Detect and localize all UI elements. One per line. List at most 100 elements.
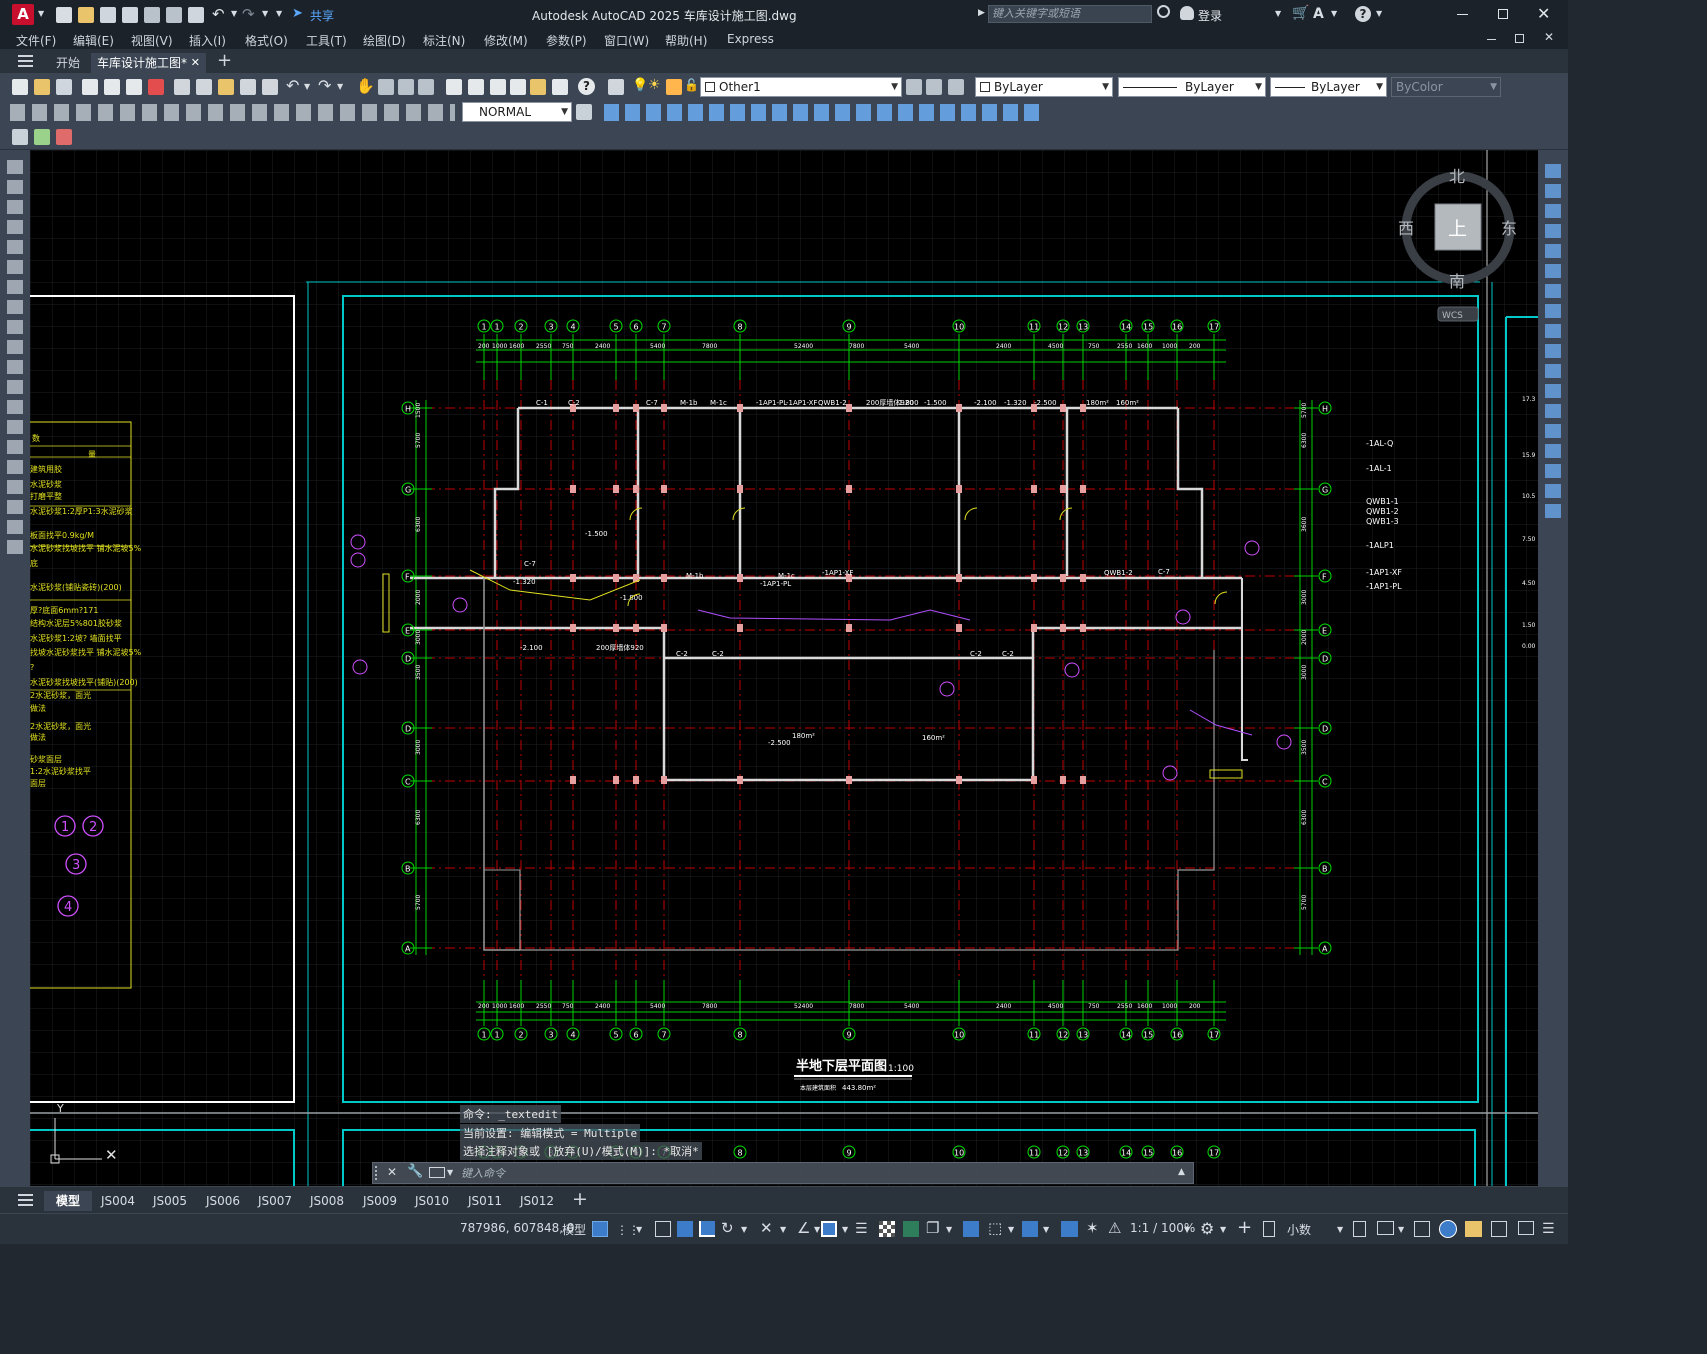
drawing-canvas[interactable]: 数量建筑用胶 水泥砂浆 打磨平整 水泥砂浆1:2厚P1:3水泥砂浆 板面找平0.9kg/…: [30, 150, 1538, 1186]
tb-undo-dropdown-icon[interactable]: ▼: [304, 82, 310, 91]
linetype-dropdown[interactable]: ByLayer ▼: [1118, 77, 1266, 97]
share-icon[interactable]: ➤: [292, 6, 303, 21]
pan-icon[interactable]: ✋: [356, 77, 375, 95]
dynamic-ucs-icon[interactable]: [963, 1221, 979, 1237]
clean-screen-icon[interactable]: [1491, 1221, 1507, 1237]
menu-express[interactable]: Express: [727, 32, 774, 46]
menu-insert[interactable]: 插入(I): [189, 32, 226, 49]
app-menu-arrow-icon[interactable]: ▼: [38, 9, 44, 18]
object-snap-tracking-dropdown-icon[interactable]: ▼: [814, 1225, 820, 1234]
layout-tab-js008[interactable]: JS008: [310, 1191, 344, 1211]
layout-tab-js006[interactable]: JS006: [206, 1191, 240, 1211]
command-recent-dropdown-icon[interactable]: ▼: [447, 1168, 453, 1177]
plotstyle-dropdown[interactable]: ByColor ▼: [1391, 77, 1501, 97]
layer-dropdown[interactable]: Other1 ▼: [700, 77, 902, 97]
layout-tab-js004[interactable]: JS004: [101, 1191, 135, 1211]
viewcube-east[interactable]: 东: [1501, 219, 1517, 238]
zoom-previous-icon[interactable]: [418, 79, 434, 95]
quick-properties-icon[interactable]: [1353, 1221, 1366, 1237]
3d-osnap-dropdown-icon[interactable]: ▼: [946, 1225, 952, 1234]
save-as-icon[interactable]: [122, 7, 138, 23]
minimize-window-icon[interactable]: [1457, 14, 1468, 15]
open-file-icon[interactable]: [78, 7, 94, 23]
command-close-icon[interactable]: ✕: [387, 1165, 397, 1179]
add-layout-icon[interactable]: +: [572, 1188, 588, 1210]
gizmo-dropdown-icon[interactable]: ▼: [1043, 1225, 1049, 1234]
make-current-icon[interactable]: [906, 79, 922, 95]
selection-filter-icon[interactable]: ⬚: [988, 1219, 1002, 1237]
menu-edit[interactable]: 编辑(E): [73, 32, 114, 49]
user-icon[interactable]: [1180, 6, 1194, 20]
tool-palettes-icon[interactable]: [490, 79, 506, 95]
tb-redo-dropdown-icon[interactable]: ▼: [337, 82, 343, 91]
3d-print-icon[interactable]: [148, 79, 164, 95]
object-snap-tracking-icon[interactable]: ∠: [797, 1219, 810, 1237]
copy-icon[interactable]: [196, 79, 212, 95]
qsave-icon[interactable]: [56, 79, 72, 95]
hamburger-menu-icon[interactable]: [18, 55, 33, 67]
autodesk-app-icon[interactable]: A: [1313, 6, 1324, 22]
sheet-set-icon[interactable]: [510, 79, 526, 95]
layout-tab-js007[interactable]: JS007: [258, 1191, 292, 1211]
color-dropdown[interactable]: ByLayer ▼: [975, 77, 1113, 97]
layout-tab-js009[interactable]: JS009: [363, 1191, 397, 1211]
menu-help[interactable]: 帮助(H): [665, 32, 707, 49]
design-center-icon[interactable]: [468, 79, 484, 95]
auto-scale-icon[interactable]: ✶: [1086, 1219, 1099, 1237]
tab-start[interactable]: 开始: [50, 53, 86, 73]
undo-dropdown-icon[interactable]: ▼: [231, 9, 237, 18]
block-editor-icon[interactable]: [262, 79, 278, 95]
help-dropdown-icon[interactable]: ▼: [1376, 9, 1382, 18]
match-properties-icon[interactable]: [240, 79, 256, 95]
annotation-scale-dropdown-icon[interactable]: ▼: [1184, 1225, 1190, 1234]
open-icon[interactable]: [34, 79, 50, 95]
tb-help-icon[interactable]: ?: [578, 78, 595, 95]
annotation-visibility-icon[interactable]: [1061, 1221, 1078, 1237]
customize-qat-icon[interactable]: ▼: [276, 9, 282, 18]
menu-format[interactable]: 格式(O): [245, 32, 288, 49]
paste-icon[interactable]: [218, 79, 234, 95]
infer-constraints-icon[interactable]: [655, 1221, 671, 1237]
new-file-icon[interactable]: [56, 7, 72, 23]
menu-window[interactable]: 窗口(W): [604, 32, 649, 49]
modify-side-tool-icons[interactable]: [1545, 164, 1561, 519]
viewcube-west[interactable]: 西: [1398, 219, 1414, 238]
layer-properties-icon[interactable]: [608, 79, 624, 95]
annotation-scale-icon[interactable]: ⚠: [1108, 1219, 1121, 1237]
login-dropdown-icon[interactable]: ▼: [1275, 9, 1281, 18]
command-input[interactable]: 键入命令: [461, 1165, 1161, 1181]
tb-undo-icon[interactable]: ↶: [286, 76, 299, 95]
lineweight-display-icon[interactable]: ☰: [855, 1221, 868, 1237]
edit-text-icon[interactable]: [12, 129, 28, 145]
markup-icon[interactable]: [530, 79, 546, 95]
doc-close-icon[interactable]: ✕: [1544, 30, 1554, 44]
lock-ui-icon[interactable]: [1377, 1221, 1394, 1235]
isodraft-dropdown-icon[interactable]: ▼: [780, 1225, 786, 1234]
workspace-gear-icon[interactable]: ⚙: [1200, 1219, 1214, 1238]
menu-parametric[interactable]: 参数(P): [546, 32, 587, 49]
edit-attribute-icon[interactable]: [34, 129, 50, 145]
properties-icon[interactable]: [446, 79, 462, 95]
viewcube-south[interactable]: 南: [1449, 272, 1465, 291]
tb-redo-icon[interactable]: ↷: [318, 76, 331, 95]
isodraft-icon[interactable]: ✕: [760, 1219, 773, 1237]
polar-dropdown-icon[interactable]: ▼: [741, 1225, 747, 1234]
export-icon[interactable]: [166, 7, 182, 23]
cut-icon[interactable]: [174, 79, 190, 95]
layout-tab-js012[interactable]: JS012: [520, 1191, 554, 1211]
menu-dimension[interactable]: 标注(N): [423, 32, 465, 49]
print-icon[interactable]: [82, 79, 98, 95]
draw-tool-icons[interactable]: [7, 160, 23, 560]
3d-osnap-icon[interactable]: ❐: [926, 1219, 939, 1237]
tab-active-document[interactable]: 车库设计施工图* ✕: [91, 53, 206, 73]
undo-icon[interactable]: ↶: [212, 5, 225, 23]
viewcube-north[interactable]: 北: [1449, 167, 1465, 186]
units-icon[interactable]: [1263, 1221, 1275, 1237]
isolate-objects-icon[interactable]: [1414, 1221, 1430, 1237]
menu-modify[interactable]: 修改(M): [484, 32, 528, 49]
model-space-toggle[interactable]: 模型: [562, 1221, 586, 1238]
menu-tools[interactable]: 工具(T): [306, 32, 347, 49]
workspace-dropdown-icon[interactable]: ▼: [1220, 1225, 1226, 1234]
search-input[interactable]: 键入关键字或短语: [988, 5, 1152, 23]
units-value[interactable]: 小数: [1287, 1221, 1311, 1238]
